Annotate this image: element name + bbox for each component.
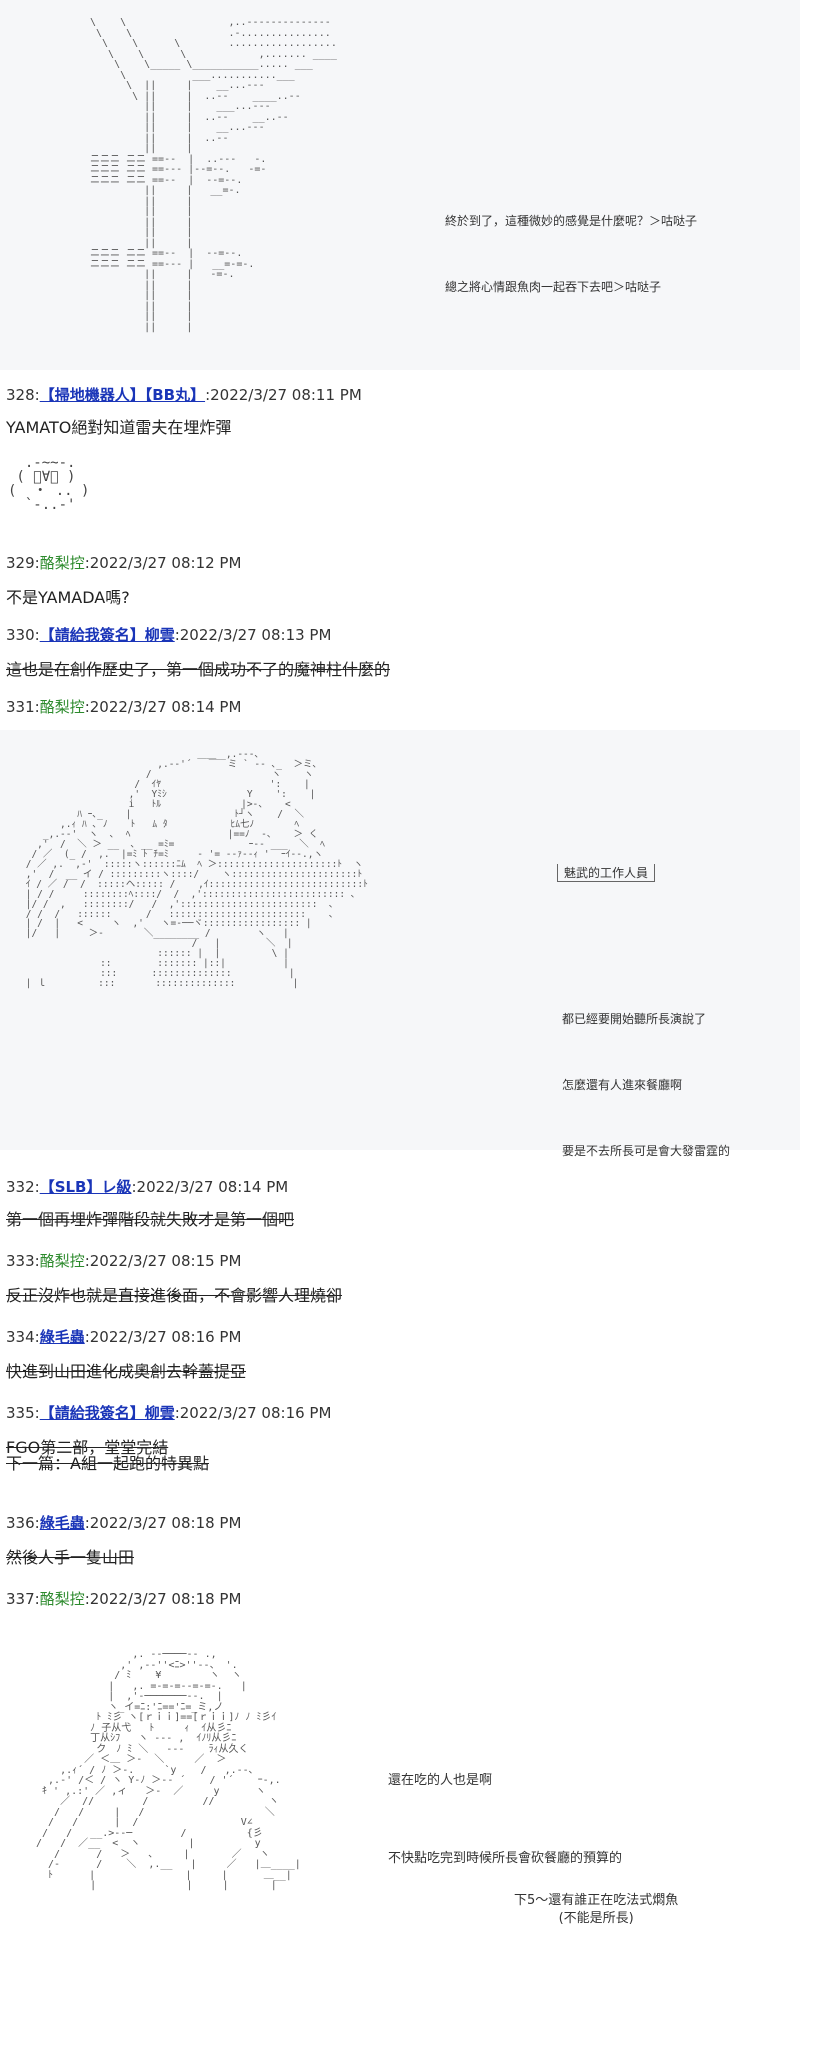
aa-art-staff: ___,.-‐-､ ,.-‐'´ ￣￣ ミ ` ‐- ､_ ＞ミ､ / ヽ ヽ … xyxy=(25,749,368,990)
post-date: :2022/3/27 08:13 PM xyxy=(174,626,332,644)
post-number: 328: xyxy=(6,386,40,404)
poster-name-link[interactable]: 綠毛蟲 xyxy=(40,1328,85,1346)
scene2-dialogue: 都已經要開始聽所長演說了 怎麼還有人進來餐廳啊 要是不去所長可是會大發雷霆的 xyxy=(562,964,730,1206)
poster-name: 酪梨控 xyxy=(39,698,85,716)
aa-face-sticker: .-~~-. ( ゚∀゚ ) ( ・ .. ) `-..-' xyxy=(8,455,90,513)
aa-panel-scene1: \ \ ,..-------------- \ \ .-............… xyxy=(0,0,800,370)
staff-label-box: 魅武的工作人員 xyxy=(557,864,656,882)
post-date: :2022/3/27 08:14 PM xyxy=(84,698,242,716)
post-header: 329:酪梨控:2022/3/27 08:12 PM xyxy=(6,552,241,573)
poster-name: 酪梨控 xyxy=(39,554,85,572)
post-date: :2022/3/27 08:16 PM xyxy=(84,1328,242,1346)
aa-panel-scene3: ,. -‐────‐- ., ,' ,-‐''<ﾆ>''‐-、 '. / ﾐ ¥… xyxy=(0,1620,800,2070)
post-number: 332: xyxy=(6,1178,40,1196)
poster-name: 酪梨控 xyxy=(39,1590,85,1608)
poster-name-link[interactable]: 【請給我簽名】柳雲 xyxy=(40,626,175,644)
post-number: 329: xyxy=(6,554,40,572)
post-number: 331: xyxy=(6,698,40,716)
post-date: :2022/3/27 08:14 PM xyxy=(131,1178,289,1196)
dialogue-line: 不快點吃完到時候所長會砍餐廳的預算的 xyxy=(388,1851,623,1866)
post-number: 337: xyxy=(6,1590,40,1608)
dialogue-line: 怎麼還有人進來餐廳啊 xyxy=(562,1078,683,1092)
post-header: 330:【請給我簽名】柳雲:2022/3/27 08:13 PM xyxy=(6,624,331,645)
post-body: 不是YAMADA嗎? xyxy=(6,588,130,607)
post-header: 336:綠毛蟲:2022/3/27 08:18 PM xyxy=(6,1512,241,1533)
dialogue-line: 終於到了，這種微妙的感覺是什麼呢？＞咕哒子 xyxy=(445,214,698,228)
aa-panel-scene2: ___,.-‐-､ ,.-‐'´ ￣￣ ミ ` ‐- ､_ ＞ミ､ / ヽ ヽ … xyxy=(0,730,800,1158)
post-date: :2022/3/27 08:12 PM xyxy=(84,554,242,572)
poster-name-link[interactable]: 【掃地機器人】【BB丸】 xyxy=(40,386,205,404)
post-date: :2022/3/27 08:11 PM xyxy=(205,386,362,404)
post-number: 335: xyxy=(6,1404,40,1422)
post-header: 333:酪梨控:2022/3/27 08:15 PM xyxy=(6,1250,241,1271)
post-header: 334:綠毛蟲:2022/3/27 08:16 PM xyxy=(6,1326,241,1347)
post-body: FGO第二部，堂堂完結 下一篇：A組一起跑的特異點 xyxy=(6,1438,209,1473)
dialogue-line: 都已經要開始聽所長演說了 xyxy=(562,1012,707,1026)
dialogue-line: 要是不去所長可是會大發雷霆的 xyxy=(562,1144,731,1158)
post-header: 328:【掃地機器人】【BB丸】:2022/3/27 08:11 PM xyxy=(6,384,362,405)
post-body: 這也是在創作歷史了，第一個成功不了的魔神柱什麼的 xyxy=(6,660,391,679)
aa-art-character: ,. -‐────‐- ., ,' ,-‐''<ﾆ>''‐-、 '. / ﾐ ¥… xyxy=(36,1649,301,1891)
post-body: 然後人手一隻山田 xyxy=(6,1548,135,1567)
post-number: 330: xyxy=(6,626,40,644)
poster-name-link[interactable]: 綠毛蟲 xyxy=(40,1514,85,1532)
post-body: 反正沒炸也就是直接進後面，不會影響人理燒卻 xyxy=(6,1286,343,1305)
post-header: 331:酪梨控:2022/3/27 08:14 PM xyxy=(6,696,241,717)
post-header: 337:酪梨控:2022/3/27 08:18 PM xyxy=(6,1588,241,1609)
post-header: 332:【SLB】レ級:2022/3/27 08:14 PM xyxy=(6,1176,288,1197)
post-body: 第一個再埋炸彈階段就失敗才是第一個吧 xyxy=(6,1210,295,1229)
aa-art-corridor: \ \ ,..-------------- \ \ .-............… xyxy=(90,17,337,333)
poster-name-link[interactable]: 【請給我簽名】柳雲 xyxy=(40,1404,175,1422)
scene3-note: 下5～還有誰正在吃法式燜魚 (不能是所長) xyxy=(514,1893,679,1926)
scene1-dialogue: 終於到了，這種微妙的感覺是什麼呢？＞咕哒子 總之將心情跟魚肉一起吞下去吧＞咕哒子 xyxy=(445,166,697,342)
dialogue-line: 還在吃的人也是啊 xyxy=(388,1773,493,1788)
post-number: 336: xyxy=(6,1514,40,1532)
post-number: 334: xyxy=(6,1328,40,1346)
post-header: 335:【請給我簽名】柳雲:2022/3/27 08:16 PM xyxy=(6,1402,331,1423)
post-date: :2022/3/27 08:18 PM xyxy=(84,1590,242,1608)
post-body: 快進到山田進化成奧創去幹蓋提亞 xyxy=(6,1362,247,1381)
dialogue-line: 總之將心情跟魚肉一起吞下去吧＞咕哒子 xyxy=(445,280,662,294)
post-body: YAMATO絕對知道雷夫在埋炸彈 xyxy=(6,418,232,437)
post-date: :2022/3/27 08:15 PM xyxy=(84,1252,242,1270)
post-date: :2022/3/27 08:18 PM xyxy=(84,1514,242,1532)
poster-name: 酪梨控 xyxy=(39,1252,85,1270)
post-number: 333: xyxy=(6,1252,40,1270)
post-date: :2022/3/27 08:16 PM xyxy=(174,1404,332,1422)
poster-name-link[interactable]: 【SLB】レ級 xyxy=(40,1178,132,1196)
